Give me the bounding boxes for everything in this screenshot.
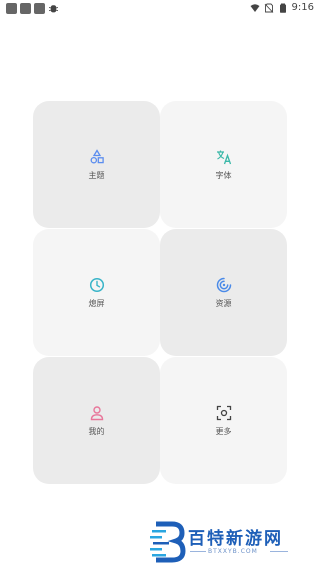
screen-off-label: 熄屏 bbox=[88, 298, 105, 308]
theme-label: 主题 bbox=[88, 170, 105, 180]
shapes-icon bbox=[90, 148, 104, 163]
watermark-line-left bbox=[190, 551, 206, 552]
theme-tile[interactable]: 主题 bbox=[33, 101, 160, 228]
screen-off-tile[interactable]: 熄屏 bbox=[33, 229, 160, 356]
status-time: 9:16 bbox=[291, 2, 314, 13]
more-tile[interactable]: 更多 bbox=[160, 357, 287, 484]
person-icon bbox=[90, 405, 103, 420]
clock-icon bbox=[89, 277, 104, 292]
watermark-subtitle: BTXXYB.COM bbox=[208, 548, 258, 555]
notification-square-icon bbox=[20, 3, 31, 14]
status-bar: 9:16 bbox=[0, 0, 320, 16]
watermark: 百特新游网 BTXXYB.COM bbox=[150, 518, 320, 568]
focus-icon bbox=[216, 405, 231, 420]
system-icons: 9:16 bbox=[250, 2, 314, 14]
notification-icons bbox=[6, 3, 59, 14]
no-sim-icon bbox=[264, 3, 273, 13]
battery-icon bbox=[279, 3, 286, 13]
more-label: 更多 bbox=[215, 426, 232, 436]
font-tile[interactable]: 字体 bbox=[160, 101, 287, 228]
translate-icon bbox=[216, 150, 231, 164]
watermark-line-right bbox=[270, 551, 288, 552]
watermark-logo bbox=[150, 521, 186, 563]
bug-icon bbox=[48, 5, 59, 13]
profile-label: 我的 bbox=[88, 426, 105, 436]
resources-tile[interactable]: 资源 bbox=[160, 229, 287, 356]
notification-square-icon bbox=[34, 3, 45, 14]
wifi-icon bbox=[250, 4, 260, 12]
notification-square-icon bbox=[6, 3, 17, 14]
profile-tile[interactable]: 我的 bbox=[33, 357, 160, 484]
watermark-title: 百特新游网 bbox=[188, 529, 283, 549]
swirl-icon bbox=[216, 277, 231, 292]
resources-label: 资源 bbox=[215, 298, 232, 308]
font-label: 字体 bbox=[215, 170, 232, 180]
